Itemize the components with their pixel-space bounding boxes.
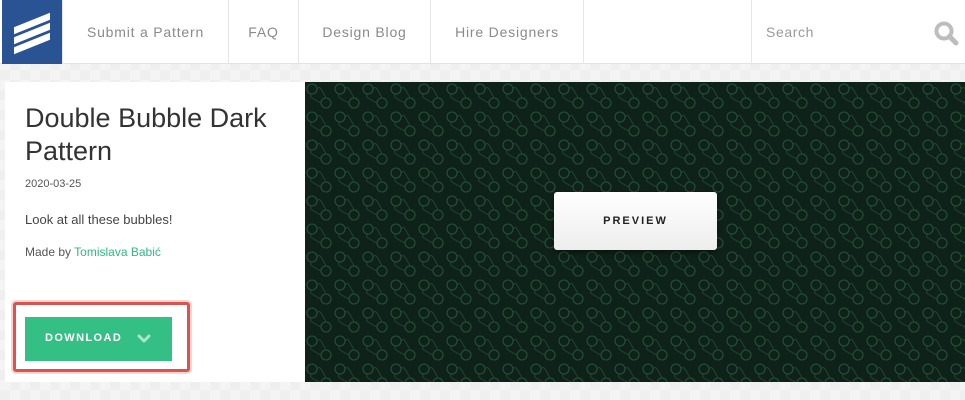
top-navigation-bar: Submit a Pattern FAQ Design Blog Hire De… (0, 0, 965, 64)
nav-design-blog[interactable]: Design Blog (298, 0, 430, 64)
author-link[interactable]: Tomislava Babić (74, 245, 161, 259)
made-by-label: Made by (25, 245, 72, 259)
pattern-info-panel: Double Bubble Dark Pattern 2020-03-25 Lo… (5, 82, 305, 382)
pattern-description: Look at all these bubbles! (25, 212, 173, 227)
nav-hire-designers[interactable]: Hire Designers (430, 0, 584, 64)
pattern-preview-area[interactable]: PREVIEW (305, 82, 965, 382)
search-box (751, 0, 965, 64)
nav-faq[interactable]: FAQ (228, 0, 298, 64)
download-button[interactable]: DOWNLOAD (25, 317, 172, 361)
search-input[interactable] (766, 18, 916, 46)
download-label: DOWNLOAD (45, 332, 123, 344)
pattern-credit: Made by Tomislava Babić (25, 245, 161, 259)
search-icon[interactable] (933, 20, 959, 46)
pattern-date: 2020-03-25 (25, 178, 82, 190)
preview-button[interactable]: PREVIEW (554, 192, 717, 250)
pattern-title: Double Bubble Dark Pattern (25, 103, 267, 166)
chevron-down-icon (137, 334, 151, 343)
nav-submit-pattern[interactable]: Submit a Pattern (62, 0, 228, 64)
site-logo[interactable] (2, 0, 62, 64)
